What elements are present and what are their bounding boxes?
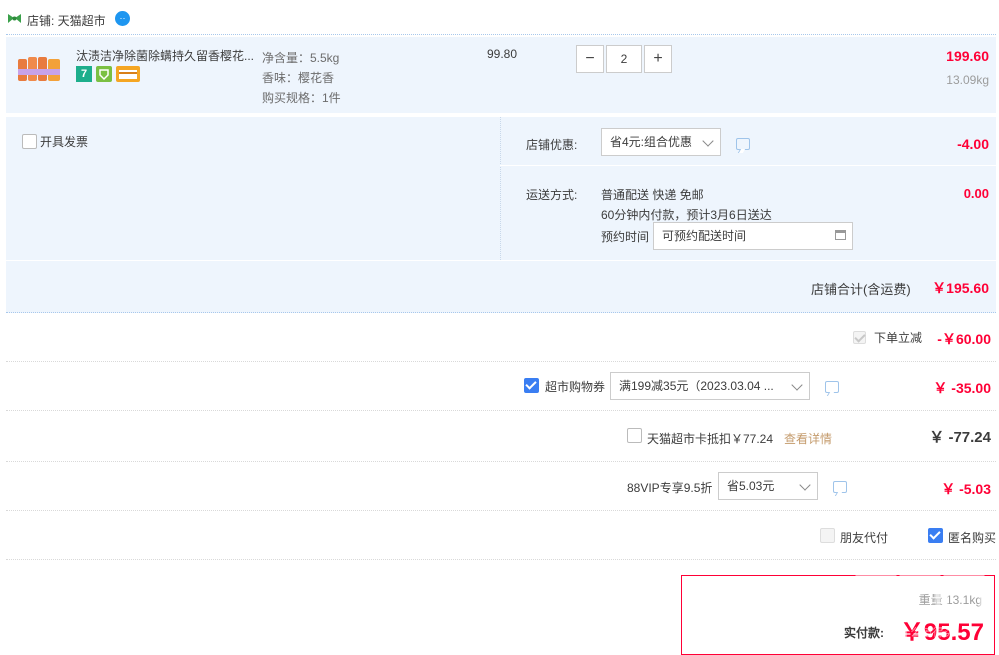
vip-label: 88VIP专享9.5折 bbox=[627, 481, 713, 495]
calendar-icon bbox=[835, 230, 846, 240]
delivery-amount: 0.00 bbox=[963, 186, 989, 201]
shop-discount-label: 店铺优惠: bbox=[526, 138, 578, 152]
coupon-value: ￥ -35.00 bbox=[933, 380, 991, 396]
quantity-minus-button[interactable]: − bbox=[576, 45, 604, 73]
schedule-input[interactable]: 可预约配送时间 bbox=[653, 222, 853, 250]
quantity-input[interactable]: 2 bbox=[606, 45, 642, 73]
spec-weight: 净含量：5.5kg bbox=[262, 51, 340, 65]
coupon-select[interactable]: 满199减35元（2023.03.04 ... bbox=[610, 372, 810, 400]
coupon-checkbox[interactable] bbox=[524, 378, 539, 393]
shop-icon bbox=[7, 13, 22, 24]
chevron-down-icon bbox=[799, 479, 811, 491]
product-thumbnail[interactable] bbox=[16, 49, 64, 85]
schedule-label: 预约时间 bbox=[601, 230, 650, 244]
instant-discount-checkbox bbox=[853, 331, 866, 344]
wangwang-icon[interactable]: ·· bbox=[115, 11, 130, 26]
tmall-card-checkbox[interactable] bbox=[627, 428, 642, 443]
friend-pay-label: 朋友代付 bbox=[840, 531, 889, 545]
schedule-value: 可预约配送时间 bbox=[662, 229, 747, 243]
chevron-down-icon bbox=[791, 379, 803, 391]
message-icon[interactable] bbox=[736, 138, 750, 150]
spec-buy: 购买规格：1件 bbox=[262, 91, 341, 105]
coupon-selected: 满199减35元（2023.03.04 ... bbox=[619, 379, 774, 393]
invoice-checkbox[interactable] bbox=[22, 134, 37, 149]
spec-scent: 香味：樱花香 bbox=[262, 71, 335, 85]
vip-value: ￥ -5.03 bbox=[941, 481, 991, 497]
shop-discount-selected: 省4元:组合优惠 bbox=[610, 135, 693, 149]
tmall-card-label[interactable]: 天猫超市卡抵扣￥77.24 bbox=[647, 430, 773, 447]
shop-discount-select[interactable]: 省4元:组合优惠 bbox=[601, 128, 721, 156]
friend-pay-checkbox bbox=[820, 528, 835, 543]
anonymous-label[interactable]: 匿名购买 bbox=[948, 529, 996, 546]
message-icon[interactable] bbox=[825, 381, 839, 393]
unit-price: 99.80 bbox=[487, 47, 518, 61]
chevron-down-icon bbox=[702, 135, 714, 147]
coupon-label[interactable]: 超市购物券 bbox=[545, 378, 605, 395]
invoice-label[interactable]: 开具发票 bbox=[40, 133, 88, 150]
badge-7-icon: 7 bbox=[76, 66, 92, 82]
shop-name[interactable]: 店铺: 天猫超市 bbox=[27, 12, 106, 29]
vip-selected: 省5.03元 bbox=[727, 479, 775, 493]
delivery-label: 运送方式: bbox=[526, 188, 578, 202]
item-row: 汰渍洁净除菌除螨持久留香樱花... 7 净含量：5.5kg 香味：樱花香 购买规… bbox=[6, 37, 996, 113]
product-title[interactable]: 汰渍洁净除菌除螨持久留香樱花... bbox=[76, 47, 254, 64]
order-options-panel: 开具发票 店铺优惠: 省4元:组合优惠 -4.00 运送方式: 普通配送 快递 … bbox=[6, 117, 996, 313]
shop-total-label: 店铺合计(含运费) bbox=[811, 282, 911, 297]
anonymous-checkbox[interactable] bbox=[928, 528, 943, 543]
instant-discount-label: 下单立减 bbox=[874, 331, 923, 345]
badge-guarantee-icon bbox=[96, 66, 112, 82]
tmall-card-detail-link[interactable]: 查看详情 bbox=[784, 430, 832, 447]
tmall-card-value: ￥ -77.24 bbox=[929, 429, 991, 446]
item-subtotal: 199.60 bbox=[946, 48, 989, 64]
delivery-note: 60分钟内付款，预计3月6日送达 bbox=[601, 208, 772, 222]
watermark-text: 值 什么值得买 bbox=[885, 627, 955, 639]
delivery-method: 普通配送 快递 免邮 bbox=[601, 188, 704, 202]
item-weight: 13.09kg bbox=[946, 73, 989, 87]
badge-card-icon bbox=[116, 66, 140, 82]
vip-select[interactable]: 省5.03元 bbox=[718, 472, 818, 500]
shop-discount-amount: -4.00 bbox=[957, 136, 989, 152]
shop-total-value: ￥195.60 bbox=[932, 280, 989, 296]
watermark-logo: 值 什么值得买 bbox=[850, 565, 990, 645]
quantity-plus-button[interactable]: + bbox=[644, 45, 672, 73]
quantity-stepper: − 2 + bbox=[576, 45, 672, 73]
instant-discount-value: -￥60.00 bbox=[937, 331, 991, 347]
message-icon[interactable] bbox=[833, 481, 847, 493]
